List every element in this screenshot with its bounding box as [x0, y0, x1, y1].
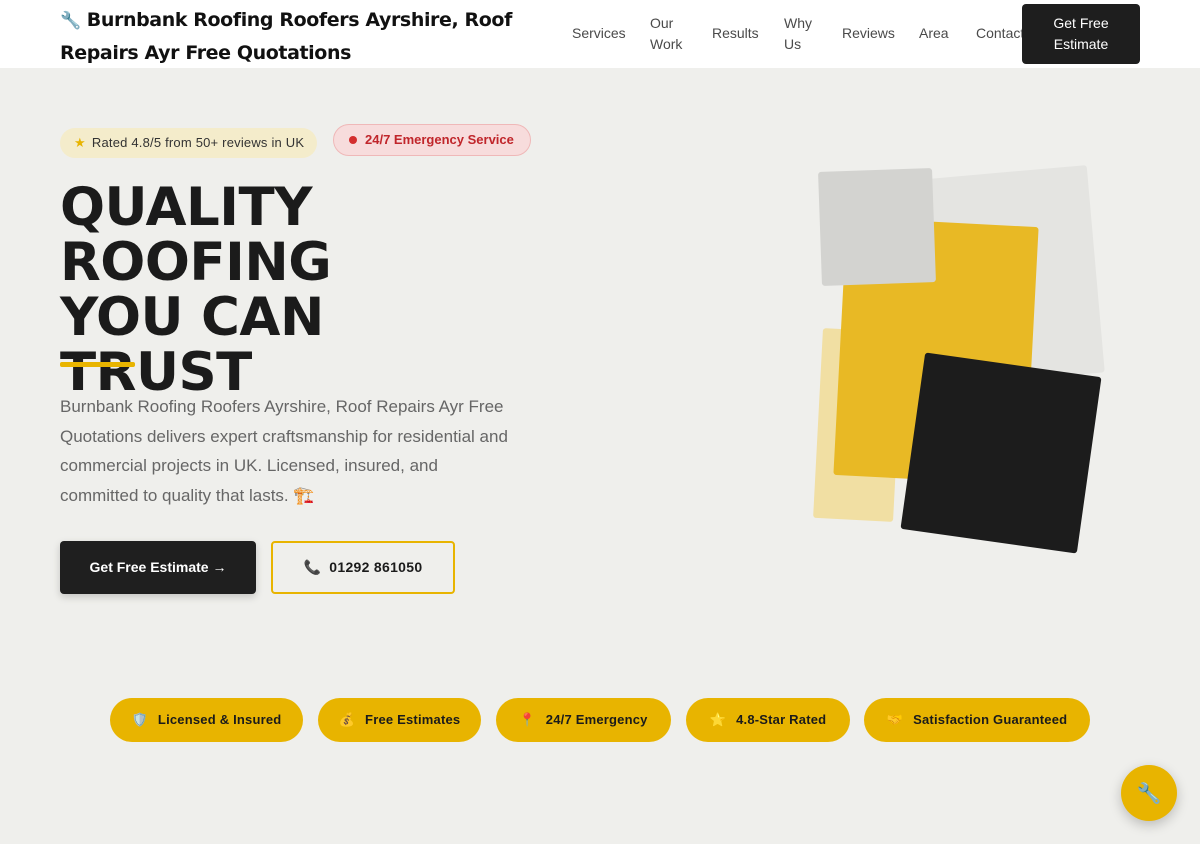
decor-shape-dark [900, 352, 1102, 554]
hero-illustration [800, 160, 1130, 570]
emergency-badge: 24/7 Emergency Service [333, 124, 531, 156]
floating-action-button[interactable]: 🔧 [1121, 765, 1177, 821]
wrench-icon: 🔧 [1136, 782, 1162, 805]
trust-badge-label: Free Estimates [365, 712, 461, 727]
trust-badges: 🛡️ Licensed & Insured 💰 Free Estimates 📍… [0, 698, 1200, 742]
money-bag-icon: 💰 [338, 712, 356, 727]
decor-shape-grey [818, 168, 936, 286]
trust-badge-emergency: 📍 24/7 Emergency [496, 698, 671, 742]
handshake-icon: 🤝 [886, 712, 904, 727]
brand-title-text: Burnbank Roofing Roofers Ayrshire, Roof … [60, 9, 512, 64]
nav-link-services[interactable]: Services [572, 23, 626, 44]
nav-link-why-us[interactable]: Why Us [784, 13, 816, 55]
nav-link-results[interactable]: Results [712, 23, 759, 44]
hero-title-line: YOU CAN [60, 287, 324, 348]
site-header: 🔧 Burnbank Roofing Roofers Ayrshire, Roof… [0, 0, 1200, 68]
rating-badge-text: Rated 4.8/5 from 50+ reviews in UK [91, 135, 305, 150]
pin-icon: 📍 [519, 712, 536, 727]
nav-link-area[interactable]: Area [919, 23, 949, 44]
nav-link-reviews[interactable]: Reviews [842, 23, 895, 44]
shield-icon: 🛡️ [131, 712, 148, 727]
trust-badge-label: Licensed & Insured [157, 712, 282, 727]
trust-badge-label: Satisfaction Guaranteed [913, 712, 1068, 727]
trust-badge-rating: ⭐ 4.8-Star Rated [686, 698, 850, 742]
nav-link-contact[interactable]: Contact [976, 23, 1024, 44]
hero-description: Burnbank Roofing Roofers Ayrshire, Roof … [60, 397, 508, 505]
wrench-icon: 🔧 [60, 11, 81, 31]
status-dot-icon [349, 136, 357, 144]
nav-link-our-work[interactable]: Our Work [650, 13, 690, 55]
star-icon: ★ [74, 135, 86, 150]
phone-button[interactable]: 📞 01292 861050 [271, 541, 455, 594]
hero-title: QUALITY ROOFING YOU CAN TRUST [60, 180, 580, 400]
phone-icon: 📞 [303, 559, 322, 575]
hero-title-line: QUALITY ROOFING [60, 177, 332, 293]
rating-badge: ★ Rated 4.8/5 from 50+ reviews in UK [60, 128, 318, 158]
emergency-badge-text: 24/7 Emergency Service [365, 132, 514, 147]
trust-badge-free-estimates: 💰 Free Estimates [318, 698, 481, 742]
trust-badge-guarantee: 🤝 Satisfaction Guaranteed [864, 698, 1090, 742]
trust-badge-label: 4.8-Star Rated [736, 712, 827, 727]
trust-badge-label: 24/7 Emergency [545, 712, 648, 727]
hero-accent-rule [60, 362, 135, 367]
trust-badge-licensed: 🛡️ Licensed & Insured [110, 698, 303, 742]
star-icon: ⭐ [709, 712, 727, 727]
brand-title[interactable]: 🔧 Burnbank Roofing Roofers Ayrshire, Roof… [60, 4, 530, 69]
header-estimate-button[interactable]: Get Free Estimate [1022, 4, 1140, 64]
get-estimate-button[interactable]: Get Free Estimate → [60, 541, 256, 594]
phone-number: 01292 861050 [329, 559, 423, 575]
